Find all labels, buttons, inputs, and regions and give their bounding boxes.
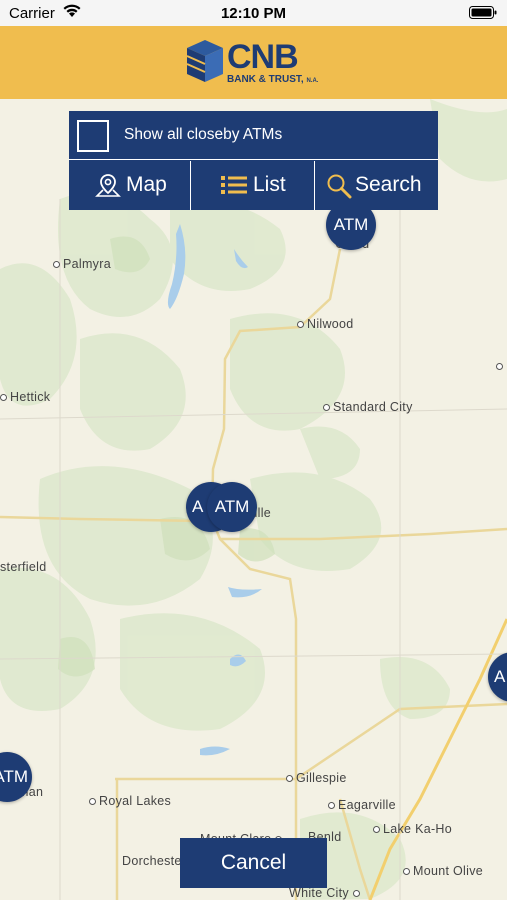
status-bar: Carrier 12:10 PM [0,0,507,26]
map-pin-icon [95,173,121,205]
cancel-button[interactable]: Cancel [180,838,327,888]
logo-sub-text: BANK & TRUST [227,74,301,85]
atm-marker[interactable]: ATM [207,482,257,532]
town-eagarville: Eagarville [328,798,396,812]
list-button[interactable]: List [192,161,315,210]
list-icon [221,175,247,201]
show-all-row[interactable]: Show all closeby ATMs [69,111,438,160]
logo-subtitle: BANK & TRUST, N.A. [227,74,319,85]
map-button-label: Map [126,173,167,196]
list-button-label: List [253,173,286,196]
map-view[interactable]: Palmyra Nilwood Hettick Standard City vi… [0,99,507,900]
search-button[interactable]: Search [316,161,438,210]
logo-suffix: N.A. [306,78,319,84]
show-all-checkbox[interactable] [77,120,109,152]
search-button-label: Search [355,173,422,196]
logo-name: CNB [227,38,299,76]
town-standard-city: Standard City [323,400,413,414]
town-nilwood: Nilwood [297,317,354,331]
town-chesterfield: sterfield [0,560,47,574]
town-gillespie: Gillespie [286,771,347,785]
town-mount-olive: Mount Olive [403,864,483,878]
battery-icon [469,6,497,24]
map-button[interactable]: Map [69,161,191,210]
bank-logo: CNB BANK & TRUST, N.A. [183,36,333,88]
logo-cube-icon [186,40,223,82]
town-lake-ka-ho: Lake Ka-Ho [373,822,452,836]
search-icon [326,173,352,205]
town-royal-lakes: Royal Lakes [89,794,171,808]
show-all-label: Show all closeby ATMs [124,126,283,143]
clock: 12:10 PM [220,5,287,22]
atm-controls: Show all closeby ATMs Map List Search [69,111,438,210]
town-dorchester: Dorchester [122,854,187,868]
town-white-city: White City [289,886,363,900]
town-palmyra: Palmyra [53,257,111,271]
town-hettick: Hettick [0,390,50,404]
town-edge [496,359,506,373]
app-header: CNB BANK & TRUST, N.A. [0,26,507,99]
